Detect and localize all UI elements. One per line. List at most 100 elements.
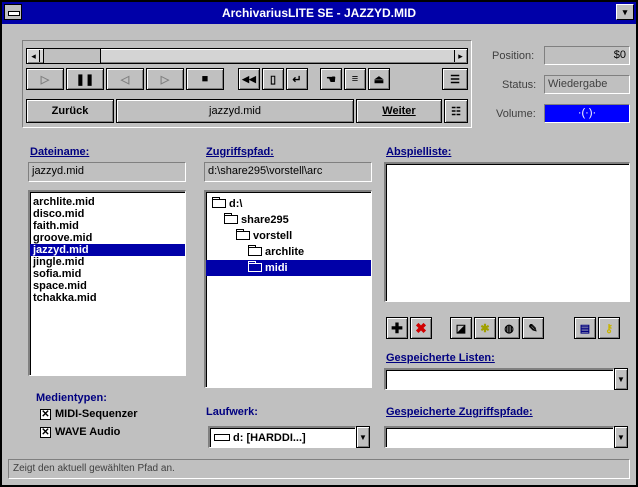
midi-option-label: MIDI-Sequenzer — [55, 408, 138, 420]
eject-icon: ⏏ — [373, 73, 385, 86]
play-icon: ▷ — [40, 73, 50, 86]
print-icon: ▤ — [579, 322, 591, 335]
file-list-item[interactable]: jingle.mid — [30, 256, 185, 268]
chevron-down-icon: ▼ — [617, 432, 625, 442]
save-list-icon: ◍ — [504, 322, 514, 335]
remove-from-playlist-button[interactable]: ✖ — [410, 317, 432, 339]
chevron-down-icon: ▼ — [617, 374, 625, 384]
status-bar: Zeigt den aktuell gewählten Pfad an. — [8, 459, 630, 479]
folder-tree-label: d:\ — [229, 198, 243, 210]
saved-paths-dropdown-arrow[interactable]: ▼ — [614, 426, 628, 448]
stop-icon: ■ — [201, 73, 209, 85]
chevron-down-icon: ▼ — [359, 432, 367, 442]
add-to-playlist-button[interactable]: ✚ — [386, 317, 408, 339]
play-button[interactable]: ▷ — [26, 68, 64, 90]
print-button[interactable]: ▤ — [574, 317, 596, 339]
folder-tree[interactable]: d:\ share295 vorstell archlite midi — [204, 190, 372, 388]
filename-label: Dateiname: — [30, 146, 90, 158]
folder-icon — [224, 212, 238, 224]
folder-icon — [248, 260, 262, 272]
status-label: Status: — [502, 79, 537, 91]
file-list-item[interactable]: jazzyd.mid — [30, 244, 185, 256]
title-bar[interactable]: ArchivariusLITE SE - JAZZYD.MID ▾ — [2, 2, 636, 24]
file-list-item[interactable]: groove.mid — [30, 232, 185, 244]
open-icon: ◪ — [455, 322, 467, 335]
waveform-icon: ☰ — [450, 73, 460, 86]
pause-icon: ❚❚ — [75, 73, 95, 86]
options-icon: ☷ — [451, 105, 461, 118]
folder-tree-label: share295 — [241, 214, 289, 226]
remove-icon: ✖ — [415, 319, 427, 336]
list-edit-button[interactable]: ≡ — [344, 68, 366, 90]
save-list-button[interactable]: ◍ — [498, 317, 520, 339]
return-button[interactable]: ↵ — [286, 68, 308, 90]
folder-tree-item[interactable]: vorstell — [206, 228, 371, 244]
seek-left-arrow[interactable]: ◂ — [28, 50, 40, 62]
new-list-button[interactable]: ✱ — [474, 317, 496, 339]
path-field: d:\share295\vorstell\arc — [204, 162, 372, 182]
pause-button[interactable]: ❚❚ — [66, 68, 104, 90]
drive-dropdown-arrow[interactable]: ▼ — [356, 426, 370, 448]
hand-button[interactable]: ☚ — [320, 68, 342, 90]
options-button[interactable]: ☷ — [444, 99, 468, 123]
folder-tree-item[interactable]: archlite — [206, 244, 371, 260]
key-button[interactable]: ⚷ — [598, 317, 620, 339]
seek-thumb[interactable] — [43, 49, 101, 63]
step-button[interactable]: ▷ — [146, 68, 184, 90]
saved-paths-dropdown[interactable] — [384, 426, 614, 448]
seek-bar[interactable]: ◂ ▸ — [26, 48, 468, 64]
system-menu-button[interactable] — [4, 4, 22, 20]
folder-tree-item[interactable]: midi — [206, 260, 371, 276]
playlist-box[interactable] — [384, 162, 630, 302]
seek-right-arrow[interactable]: ▸ — [454, 50, 466, 62]
media-option-midi[interactable]: ✕ MIDI-Sequenzer — [40, 408, 138, 420]
saved-lists-label: Gespeicherte Listen: — [386, 352, 495, 364]
return-icon: ↵ — [292, 73, 302, 86]
saved-lists-dropdown[interactable] — [384, 368, 614, 390]
minimize-button[interactable]: ▾ — [616, 4, 634, 20]
window-title: ArchivariusLITE SE - JAZZYD.MID — [221, 6, 417, 20]
folder-tree-item[interactable]: d:\ — [206, 196, 371, 212]
file-list-item[interactable]: sofia.mid — [30, 268, 185, 280]
eject-button[interactable]: ⏏ — [368, 68, 390, 90]
midi-checkbox[interactable]: ✕ — [40, 408, 51, 420]
filename-field[interactable]: jazzyd.mid — [28, 162, 186, 182]
file-list-item[interactable]: disco.mid — [30, 208, 185, 220]
folder-icon — [248, 244, 262, 256]
add-icon: ✚ — [391, 319, 403, 336]
key-icon: ⚷ — [604, 322, 614, 335]
file-list-item[interactable]: tchakka.mid — [30, 292, 185, 304]
waveform-button[interactable]: ☰ — [442, 68, 468, 90]
rewind-button[interactable]: ◁ — [106, 68, 144, 90]
file-list-item[interactable]: archlite.mid — [30, 196, 185, 208]
main-window: ArchivariusLITE SE - JAZZYD.MID ▾ ◂ ▸ ▷ … — [0, 0, 638, 487]
back-button[interactable]: Zurück — [26, 99, 114, 123]
file-list-item[interactable]: space.mid — [30, 280, 185, 292]
stop-button[interactable]: ■ — [186, 68, 224, 90]
skip-start-icon: ◀◀ — [242, 73, 256, 84]
new-list-icon: ✱ — [480, 322, 490, 335]
position-label: Position: — [492, 50, 535, 62]
file-list-item[interactable]: faith.mid — [30, 220, 185, 232]
folder-tree-label: midi — [265, 262, 288, 274]
drive-label: Laufwerk: — [206, 406, 258, 418]
edit-list-button[interactable]: ✎ — [522, 317, 544, 339]
drive-dropdown[interactable]: d: [HARDDI...] — [208, 426, 356, 448]
volume-label: Volume: — [496, 108, 536, 120]
edit-list-icon: ✎ — [528, 322, 538, 335]
next-button[interactable]: Weiter — [356, 99, 442, 123]
drive-value: d: [HARDDI...] — [233, 431, 306, 444]
open-list-button[interactable]: ◪ — [450, 317, 472, 339]
document-button[interactable]: ▯ — [262, 68, 284, 90]
skip-start-button[interactable]: ◀◀ — [238, 68, 260, 90]
file-list[interactable]: archlite.mid disco.mid faith.mid groove.mid… — [28, 190, 186, 376]
media-option-wave[interactable]: ✕ WAVE Audio — [40, 426, 120, 438]
folder-icon — [212, 196, 226, 208]
folder-tree-label: archlite — [265, 246, 305, 258]
wave-checkbox[interactable]: ✕ — [40, 426, 51, 438]
step-icon: ▷ — [160, 73, 170, 86]
wave-option-label: WAVE Audio — [55, 426, 121, 438]
saved-lists-dropdown-arrow[interactable]: ▼ — [614, 368, 628, 390]
volume-slider[interactable]: ·(·)· — [544, 104, 630, 123]
folder-tree-item[interactable]: share295 — [206, 212, 371, 228]
